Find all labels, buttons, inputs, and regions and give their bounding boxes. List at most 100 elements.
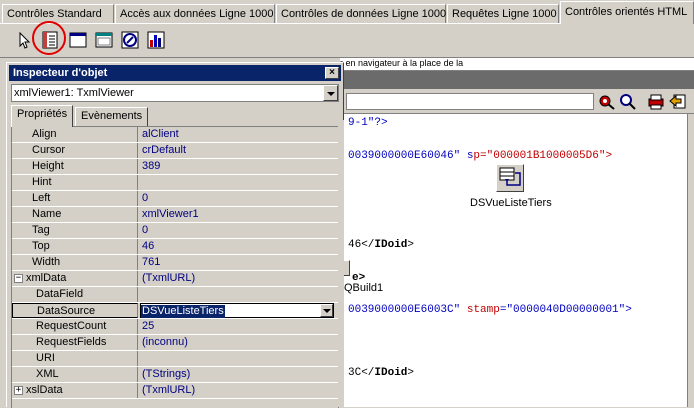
component-palette: [0, 24, 694, 58]
hint-text: r en navigateur à la place de la: [340, 58, 694, 71]
property-name: Left: [12, 191, 138, 206]
print-button[interactable]: [646, 92, 666, 111]
property-row[interactable]: RequestFields (inconnu): [12, 335, 338, 351]
binoculars-icon: [599, 95, 615, 110]
frame-window-icon: [95, 32, 113, 48]
property-row[interactable]: Name xmlViewer1: [12, 207, 338, 223]
property-value-text: (TxmlURL): [142, 272, 196, 284]
tab-requetes[interactable]: Requêtes Ligne 1000: [447, 4, 559, 23]
tab-evenements[interactable]: Evènements: [75, 107, 149, 126]
dsvue-component[interactable]: [496, 164, 524, 192]
property-row[interactable]: Hint: [12, 175, 338, 191]
html-frame-component-button[interactable]: [94, 30, 114, 50]
magnifier-icon: [620, 94, 636, 110]
tab-controles-html[interactable]: Contrôles orientés HTML: [560, 1, 694, 24]
script-component-button[interactable]: [120, 30, 140, 50]
property-value-text: (inconnu): [142, 336, 188, 348]
property-name-text: DataField: [36, 288, 84, 300]
back-button[interactable]: [668, 92, 688, 111]
property-value[interactable]: (inconnu): [140, 335, 338, 350]
property-row[interactable]: − xmlData (TxmlURL): [12, 271, 338, 287]
property-name-text: RequestCount: [36, 320, 107, 332]
url-input[interactable]: [346, 93, 594, 110]
xml-scrollbar[interactable]: [687, 114, 694, 407]
form-caption-bar: [340, 71, 694, 89]
datasource-value: DSVueListeTiers: [141, 305, 225, 318]
property-value[interactable]: (TStrings): [140, 367, 338, 382]
property-value-text: (TxmlURL): [142, 384, 196, 396]
property-row[interactable]: RequestCount 25: [12, 319, 338, 335]
property-value[interactable]: 25: [140, 319, 338, 334]
property-name: DataSource: [12, 303, 138, 318]
property-name-text: xmlData: [26, 272, 67, 284]
property-value[interactable]: 761: [140, 255, 338, 270]
chevron-down-icon[interactable]: [320, 304, 333, 317]
xml-line: 0039000000E6003C" stamp="0000040D0000000…: [348, 304, 632, 316]
object-selector-value: xmlViewer1: TxmlViewer: [14, 87, 134, 99]
inspector-title: Inspecteur d'objet: [13, 67, 108, 79]
property-value[interactable]: (TxmlURL): [140, 383, 338, 398]
form-toolbar: [340, 89, 694, 114]
inspector-titlebar[interactable]: Inspecteur d'objet ×: [9, 65, 341, 81]
property-value[interactable]: 389: [140, 159, 338, 174]
property-name-text: URI: [36, 352, 55, 364]
property-row[interactable]: Top 46: [12, 239, 338, 255]
property-row[interactable]: Height 389: [12, 159, 338, 175]
property-name-text: Top: [32, 240, 50, 252]
chart-component-button[interactable]: [146, 30, 166, 50]
property-value-text: 761: [142, 256, 161, 268]
highlight-circle-annotation: [32, 21, 66, 55]
property-name-text: Left: [32, 192, 51, 204]
property-row[interactable]: URI: [12, 351, 338, 367]
component-palette-tabs: Contrôles Standard Accès aux données Lig…: [0, 0, 694, 24]
tab-acces-donnees[interactable]: Accès aux données Ligne 1000: [115, 4, 275, 23]
property-row[interactable]: DataField: [12, 287, 338, 303]
property-name-text: DataSource: [37, 305, 96, 317]
property-value-text: 0: [142, 192, 149, 204]
property-row[interactable]: Cursor crDefault: [12, 143, 338, 159]
property-row[interactable]: DataSource DSVueListeTiers: [12, 303, 338, 319]
property-row[interactable]: Align alClient: [12, 127, 338, 143]
object-selector[interactable]: xmlViewer1: TxmlViewer: [11, 84, 339, 102]
tab-proprietes[interactable]: Propriétés: [11, 105, 74, 127]
property-value[interactable]: alClient: [140, 127, 338, 142]
property-value[interactable]: 0: [140, 223, 338, 238]
property-grid: Align alClient Cursor crDefault Height 389 Hin…: [11, 126, 339, 408]
property-row[interactable]: Tag 0: [12, 223, 338, 239]
tab-controles-donnees[interactable]: Contrôles de données Ligne 1000: [276, 4, 446, 23]
inspector-scroll-edge: [338, 120, 344, 407]
datasource-combo[interactable]: DSVueListeTiers: [140, 303, 334, 318]
property-value[interactable]: 0: [140, 191, 338, 206]
chevron-down-icon[interactable]: [323, 85, 338, 101]
window-icon: [69, 32, 87, 48]
back-arrow-icon: [669, 94, 686, 109]
xml-viewer-content[interactable]: 9-1"?> 0039000000E60046" sp="000001B1000…: [340, 114, 694, 407]
property-value[interactable]: [140, 175, 338, 190]
property-name: xmlData: [12, 271, 138, 286]
search-button[interactable]: [618, 92, 638, 111]
property-value[interactable]: 46: [140, 239, 338, 254]
property-name: RequestCount: [12, 319, 138, 334]
property-row[interactable]: XML (TStrings): [12, 367, 338, 383]
property-value[interactable]: [140, 351, 338, 366]
property-value[interactable]: crDefault: [140, 143, 338, 158]
property-name: URI: [12, 351, 138, 366]
property-name-text: Name: [32, 208, 62, 220]
close-button[interactable]: ×: [325, 67, 339, 79]
tab-controles-standard[interactable]: Contrôles Standard: [2, 4, 114, 23]
arrow-pointer-icon: [19, 31, 31, 49]
bar-chart-icon: [147, 31, 165, 49]
property-value-text: 389: [142, 160, 161, 172]
property-name-text: xslData: [26, 384, 63, 396]
property-name-text: Height: [32, 160, 64, 172]
property-value[interactable]: xmlViewer1: [140, 207, 338, 222]
pointer-tool-button[interactable]: [14, 30, 34, 50]
property-value[interactable]: (TxmlURL): [140, 271, 338, 286]
property-value[interactable]: [140, 287, 338, 302]
search-red-button[interactable]: [598, 92, 618, 111]
property-value[interactable]: DSVueListeTiers: [140, 303, 338, 318]
property-row[interactable]: Width 761: [12, 255, 338, 271]
property-row[interactable]: Left 0: [12, 191, 338, 207]
html-panel-component-button[interactable]: [68, 30, 88, 50]
property-row[interactable]: + xslData (TxmlURL): [12, 383, 338, 399]
